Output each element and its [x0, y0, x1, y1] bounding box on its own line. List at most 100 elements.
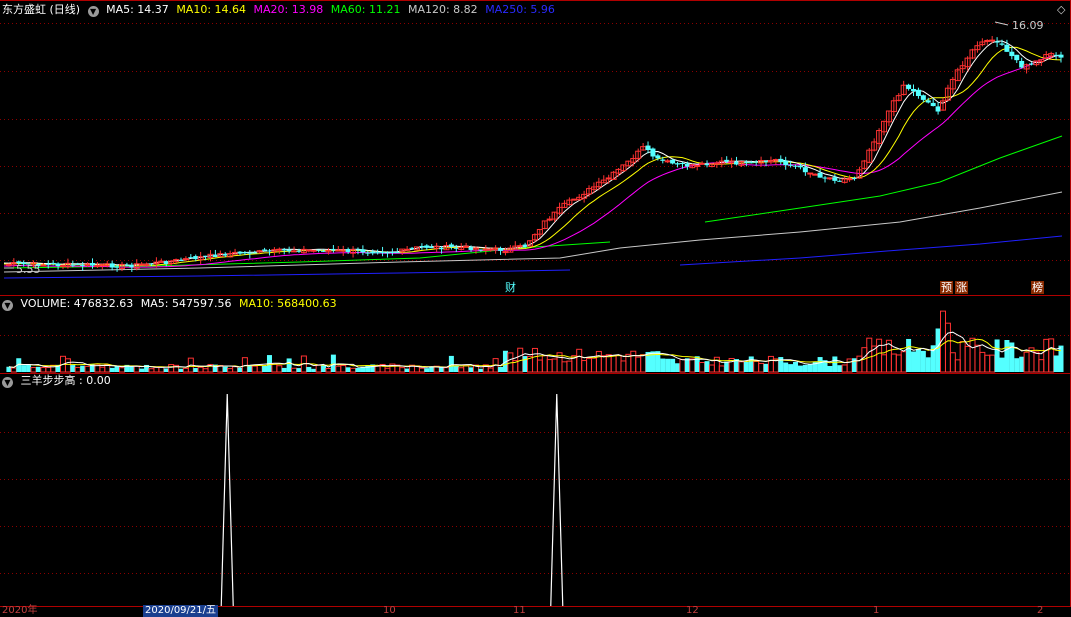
candle-down: [178, 260, 184, 262]
candle-down: [419, 246, 425, 248]
volume-bar-up: [241, 357, 248, 373]
volume-bar-up: [384, 367, 391, 373]
xaxis-tick-nov: 11: [513, 605, 526, 616]
candle-down: [832, 177, 838, 181]
candle-down: [817, 172, 823, 178]
volume-bar-up: [463, 365, 470, 373]
xaxis-tick-feb: 2: [1037, 605, 1044, 616]
candle-down: [1053, 54, 1059, 56]
candle-up: [463, 245, 470, 248]
candle-up: [182, 258, 189, 261]
chevron-down-icon[interactable]: ▼: [87, 6, 99, 17]
volume-bar-up: [458, 367, 465, 373]
volume-bar-up: [99, 366, 106, 373]
candle-down: [994, 41, 1000, 43]
marker-dragon-tiger-list[interactable]: 榜: [1031, 281, 1044, 294]
candle-down: [802, 167, 808, 173]
volume-bar-down: [355, 368, 361, 372]
volume-bar-down: [139, 368, 145, 372]
candle-down: [670, 159, 676, 164]
candle-up: [984, 39, 991, 42]
volume-bar-up: [291, 367, 298, 373]
candle-down: [252, 252, 258, 254]
volume-bar-up: [689, 358, 696, 373]
volume-bar-up: [738, 361, 745, 373]
candle-up: [502, 251, 509, 254]
candle-up: [404, 248, 411, 251]
xaxis-tick-jan: 1: [873, 605, 880, 616]
volume-bar-down: [1053, 355, 1059, 372]
candle-up: [291, 250, 298, 253]
volume-bar-down: [163, 368, 169, 372]
volume-bar-up: [276, 365, 283, 373]
volume-ma10-value: MA10: 568400.63: [238, 297, 337, 310]
volume-bar-down: [1058, 345, 1064, 372]
volume-bar-down: [478, 368, 484, 372]
volume-value: VOLUME: 476832.63: [20, 297, 134, 310]
volume-bar-down: [915, 349, 921, 372]
volume-bar-down: [999, 357, 1005, 372]
volume-bar-down: [763, 363, 769, 372]
chevron-down-icon[interactable]: ▼: [2, 377, 13, 388]
price-panel-header: 东方盛虹 (日线) ▼ MA5: 14.37 MA10: 14.64 MA20:…: [2, 3, 559, 17]
candle-down: [788, 164, 794, 166]
volume-bar-down: [424, 368, 430, 372]
candle-up: [305, 249, 312, 252]
volume-bar-down: [827, 365, 833, 372]
volume-bar-up: [620, 360, 627, 373]
xaxis-selected-date[interactable]: 2020/09/21/五: [143, 605, 219, 617]
candle-down: [743, 161, 749, 163]
volume-bar-up: [531, 347, 538, 373]
volume-bar-up: [118, 367, 125, 373]
candle-down: [439, 247, 445, 250]
volume-bar-up: [168, 364, 175, 373]
candle-up: [694, 164, 701, 167]
marker-finance[interactable]: 财: [504, 281, 517, 294]
candle-down: [409, 247, 415, 249]
chevron-down-icon[interactable]: ▼: [2, 300, 13, 311]
candle-up: [5, 263, 12, 266]
candle-down: [655, 155, 661, 159]
candle-down: [1004, 44, 1010, 52]
volume-bar-up: [251, 365, 258, 373]
volume-bar-down: [281, 367, 287, 372]
candle-up: [482, 248, 489, 251]
panel-toggle-icon[interactable]: ◇: [1057, 3, 1065, 16]
volume-bar-up: [890, 353, 897, 373]
volume-bar-down: [911, 351, 917, 372]
candle-down: [188, 257, 194, 259]
volume-bar-down: [788, 364, 794, 372]
marker-limit-up[interactable]: 涨: [955, 281, 968, 294]
volume-bar-down: [193, 368, 199, 372]
indicator-value: 三羊步步高 : 0.00: [20, 374, 111, 387]
volume-bar-up: [227, 368, 234, 373]
volume-bar-up: [350, 367, 357, 373]
volume-bar-down: [704, 361, 710, 372]
volume-bar-up: [767, 355, 774, 373]
candle-down: [321, 250, 327, 252]
volume-bar-up: [1048, 338, 1055, 373]
volume-bar-up: [640, 354, 647, 373]
ma120-value: MA120: 8.82: [407, 3, 478, 16]
candle-down: [679, 162, 685, 165]
candle-up: [571, 198, 578, 201]
volume-bar-up: [979, 351, 986, 373]
candle-down: [262, 249, 268, 251]
stock-title[interactable]: 东方盛虹 (日线): [2, 3, 80, 16]
candle-down: [370, 251, 376, 254]
volume-bar-down: [994, 339, 1000, 372]
volume-bar-down: [498, 366, 504, 372]
volume-bar-down: [448, 355, 454, 372]
volume-bar-down: [262, 366, 268, 372]
indicator-panel-header: ▼ 三羊步步高 : 0.00: [2, 374, 115, 388]
high-price-label: 16.09: [1012, 19, 1044, 32]
candle-down: [498, 248, 504, 251]
volume-bar-down: [925, 357, 931, 372]
candle-down: [753, 161, 759, 163]
candle-down: [468, 247, 474, 250]
candle-down: [109, 263, 115, 268]
ma5-value: MA5: 14.37: [106, 3, 169, 16]
marker-forecast[interactable]: 预: [940, 281, 953, 294]
volume-bar-down: [26, 364, 32, 372]
ma60-line: [704, 135, 1063, 223]
